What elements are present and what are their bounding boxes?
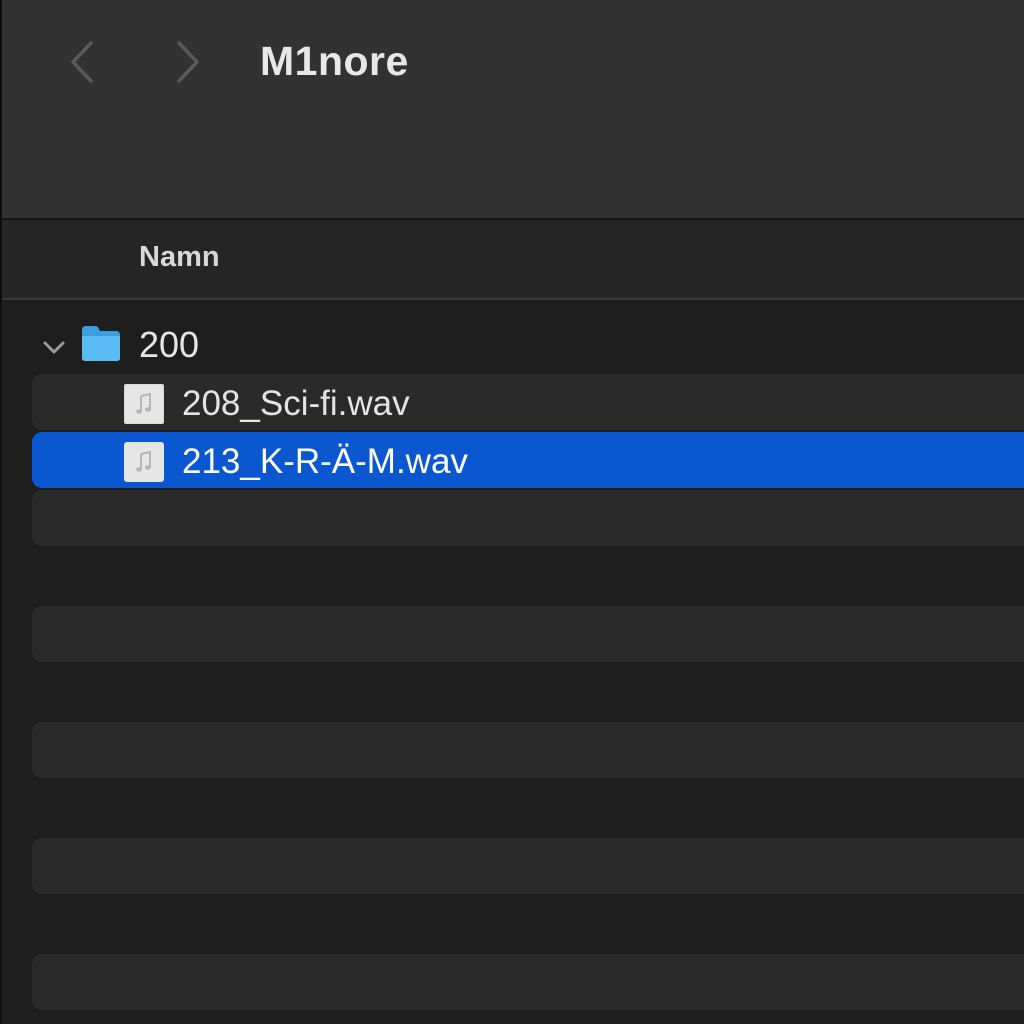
empty-row bbox=[32, 606, 1024, 662]
forward-button[interactable] bbox=[166, 36, 210, 88]
empty-row bbox=[32, 490, 1024, 546]
folder-icon bbox=[82, 326, 120, 361]
audio-file-icon bbox=[124, 384, 164, 424]
empty-row bbox=[32, 722, 1024, 778]
column-header-name[interactable]: Namn bbox=[139, 241, 220, 274]
back-button[interactable] bbox=[60, 36, 104, 88]
folder-row[interactable]: 200 bbox=[2, 300, 1024, 372]
file-name: 213_K-R-Ä-M.wav bbox=[182, 442, 468, 481]
folder-name: 200 bbox=[139, 324, 200, 365]
chevron-right-icon bbox=[177, 41, 199, 83]
file-row[interactable]: 208_Sci-fi.wav bbox=[32, 374, 1024, 430]
column-header: Namn bbox=[2, 220, 1024, 300]
file-list: 200 208_Sci-fi.wav 213_K-R-Ä-M.wav bbox=[2, 300, 1024, 1024]
file-name: 208_Sci-fi.wav bbox=[182, 384, 410, 423]
audio-file-icon bbox=[124, 442, 164, 482]
window-title: M1nore bbox=[260, 38, 409, 84]
finder-window: M1nore Namn 200 208_Sci-fi.wav 213_K-R-Ä… bbox=[0, 0, 1024, 1024]
empty-row bbox=[32, 838, 1024, 894]
file-row-selected[interactable]: 213_K-R-Ä-M.wav bbox=[32, 432, 1024, 488]
chevron-left-icon bbox=[71, 41, 93, 83]
toolbar: M1nore bbox=[2, 0, 1024, 220]
empty-row bbox=[32, 954, 1024, 1010]
chevron-down-icon[interactable] bbox=[40, 338, 68, 358]
